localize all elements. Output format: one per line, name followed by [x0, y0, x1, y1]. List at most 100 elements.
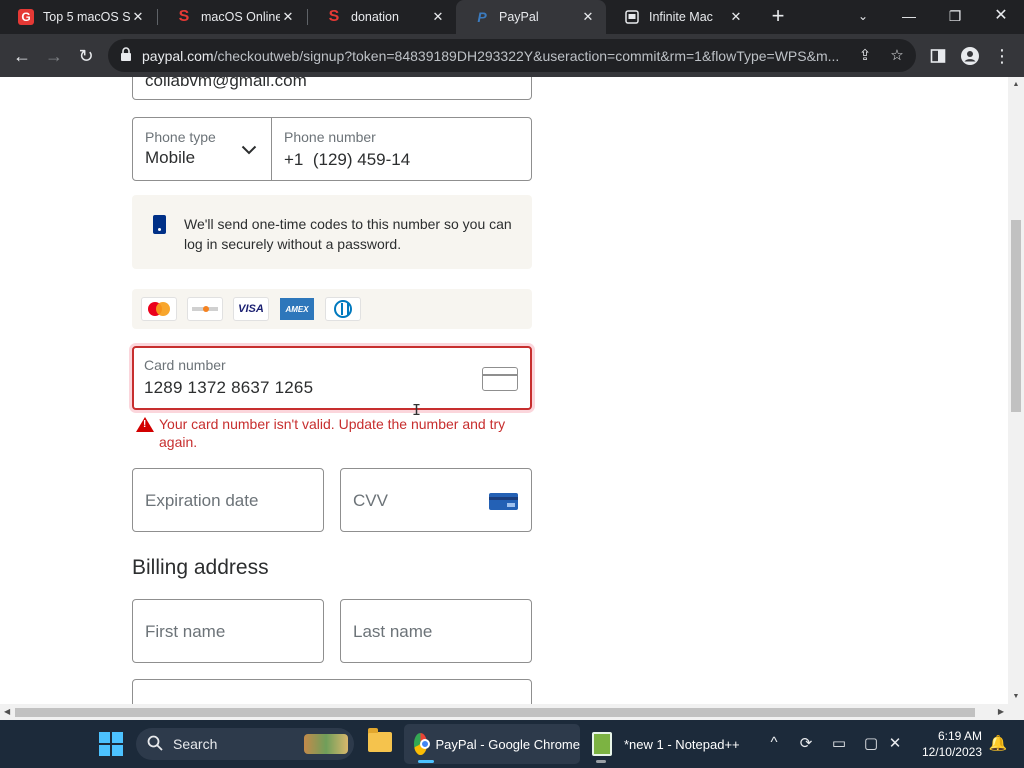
url-path: /checkoutweb/signup?token=84839189DH2933… — [213, 48, 840, 64]
scroll-up-arrow-icon[interactable]: ▲ — [1011, 81, 1021, 88]
close-icon[interactable]: ✕ — [728, 9, 744, 25]
red-s-icon: S — [328, 8, 340, 25]
volume-muted-icon[interactable]: ✕ — [884, 734, 906, 752]
chevron-up-icon[interactable]: ^ — [763, 734, 785, 751]
close-icon[interactable]: ✕ — [430, 9, 446, 25]
visa-icon: VISA — [233, 297, 269, 321]
phone-number-field[interactable]: Phone number +1 (129) 459-14 — [271, 117, 532, 181]
taskbar-chrome-label: PayPal - Google Chrome — [435, 736, 580, 752]
scroll-down-arrow-icon[interactable]: ▼ — [1011, 693, 1021, 700]
notepad-plus-plus-icon — [592, 732, 612, 756]
drive-icon[interactable]: ▭ — [828, 734, 850, 752]
last-name-placeholder: Last name — [353, 622, 433, 641]
back-button[interactable]: ← — [8, 42, 36, 70]
taskbar-notepad-label: *new 1 - Notepad++ — [624, 736, 740, 752]
windows-start-icon[interactable] — [99, 732, 123, 756]
card-number-label: Card number — [144, 357, 226, 373]
taskbar-search[interactable]: Search — [136, 728, 354, 760]
cvv-placeholder: CVV — [353, 491, 388, 510]
address-field[interactable] — [132, 679, 532, 704]
close-icon[interactable]: ✕ — [580, 9, 596, 25]
email-field[interactable]: collabvm@gmail.com — [132, 77, 532, 100]
tab-strip: G Top 5 macOS Simulators ✕ S macOS Onlin… — [0, 0, 1024, 34]
search-highlight-image — [304, 734, 348, 754]
expiration-date-field[interactable]: Expiration date — [132, 468, 324, 532]
forward-button[interactable]: → — [40, 42, 68, 70]
menu-icon[interactable]: ⋮ — [988, 42, 1016, 70]
first-name-field[interactable]: First name — [132, 599, 324, 663]
url-host: paypal.com — [142, 48, 214, 64]
phone-type-label: Phone type — [145, 129, 216, 145]
card-error-text: Your card number isn't valid. Update the… — [159, 416, 506, 450]
taskbar: Search PayPal - Google Chrome *new 1 - N… — [0, 720, 1024, 768]
email-value: collabvm@gmail.com — [145, 77, 307, 90]
paypal-icon: P — [477, 9, 487, 25]
clock[interactable]: 6:19 AM 12/10/2023 — [914, 728, 982, 760]
close-icon[interactable]: ✕ — [130, 9, 146, 25]
horizontal-scrollbar[interactable]: ◀ ▶ — [0, 704, 1024, 720]
address-bar[interactable]: paypal.com/checkoutweb/signup?token=8483… — [108, 39, 916, 72]
running-indicator — [596, 760, 606, 763]
page-icon — [624, 9, 640, 25]
taskbar-chrome[interactable]: PayPal - Google Chrome — [404, 724, 580, 764]
billing-address-heading: Billing address — [132, 556, 269, 579]
profile-icon[interactable] — [956, 42, 984, 70]
notice-text: We'll send one-time codes to this number… — [184, 216, 512, 252]
vertical-scroll-thumb[interactable] — [1011, 220, 1021, 412]
network-icon[interactable]: ▢ — [860, 734, 882, 752]
phone-type-select[interactable]: Phone type Mobile — [132, 117, 272, 181]
amex-icon: AMEX — [279, 297, 315, 321]
scroll-left-arrow-icon[interactable]: ◀ — [4, 707, 10, 716]
tab-top5-macos[interactable]: G Top 5 macOS Simulators ✕ — [0, 0, 156, 34]
bookmark-star-icon[interactable]: ☆ — [887, 46, 907, 66]
lock-icon[interactable] — [120, 47, 132, 67]
credit-card-icon — [482, 367, 518, 391]
restore-button[interactable]: ❐ — [932, 0, 978, 34]
first-name-placeholder: First name — [145, 622, 226, 641]
cvv-card-icon — [489, 493, 518, 510]
url-text[interactable]: paypal.com/checkoutweb/signup?token=8483… — [142, 48, 842, 64]
tab-title: Top 5 macOS Simulators — [43, 10, 130, 24]
diners-club-icon — [325, 297, 361, 321]
card-brands-strip: VISA AMEX — [132, 289, 532, 329]
phone-number-value: +1 (129) 459-14 — [284, 150, 411, 169]
phone-icon — [153, 215, 166, 234]
horizontal-scroll-thumb[interactable] — [15, 708, 975, 717]
sync-icon[interactable]: ⟳ — [795, 734, 817, 752]
clock-date: 12/10/2023 — [921, 745, 982, 759]
notification-bell-icon[interactable]: 🔔 — [987, 734, 1009, 752]
close-window-button[interactable]: ✕ — [978, 0, 1024, 34]
tab-title: donation — [351, 10, 399, 24]
tab-infinite-mac[interactable]: Infinite Mac ✕ — [606, 0, 754, 34]
search-icon — [147, 735, 163, 756]
reload-button[interactable]: ↻ — [72, 42, 100, 70]
red-square-icon: G — [18, 9, 34, 25]
page-viewport: collabvm@gmail.com Phone type Mobile Pho… — [0, 77, 1008, 704]
card-number-value: 1289 1372 8637 1265 — [144, 378, 314, 397]
clock-time: 6:19 AM — [937, 729, 982, 743]
tab-macos-online[interactable]: S macOS Online Simulator ✕ — [158, 0, 306, 34]
phone-number-label: Phone number — [284, 129, 376, 145]
vertical-scrollbar[interactable]: ▲ ▼ — [1008, 77, 1024, 704]
tab-search-icon[interactable]: ⌄ — [840, 0, 886, 34]
warning-icon — [136, 417, 154, 432]
tab-donation[interactable]: S donation ✕ — [308, 0, 456, 34]
close-icon[interactable]: ✕ — [280, 9, 296, 25]
tab-title: macOS Online Simulator — [201, 10, 280, 24]
last-name-field[interactable]: Last name — [340, 599, 532, 663]
minimize-button[interactable]: — — [886, 0, 932, 34]
expiration-placeholder: Expiration date — [145, 491, 259, 510]
discover-icon — [187, 297, 223, 321]
browser-toolbar: ← → ↻ paypal.com/checkoutweb/signup?toke… — [0, 34, 1024, 77]
scroll-right-arrow-icon[interactable]: ▶ — [998, 707, 1004, 716]
new-tab-button[interactable]: + — [766, 4, 790, 30]
chrome-icon — [414, 733, 431, 755]
side-panel-icon[interactable] — [924, 42, 952, 70]
card-number-field[interactable]: Card number 1289 1372 8637 1265 — [132, 346, 532, 410]
file-explorer-icon[interactable] — [368, 728, 392, 752]
tab-paypal[interactable]: P PayPal ✕ — [456, 0, 606, 34]
taskbar-notepad[interactable]: *new 1 - Notepad++ — [588, 724, 748, 764]
share-icon[interactable]: ⇪ — [855, 46, 875, 66]
cvv-field[interactable]: CVV — [340, 468, 532, 532]
tab-title: PayPal — [499, 10, 539, 24]
